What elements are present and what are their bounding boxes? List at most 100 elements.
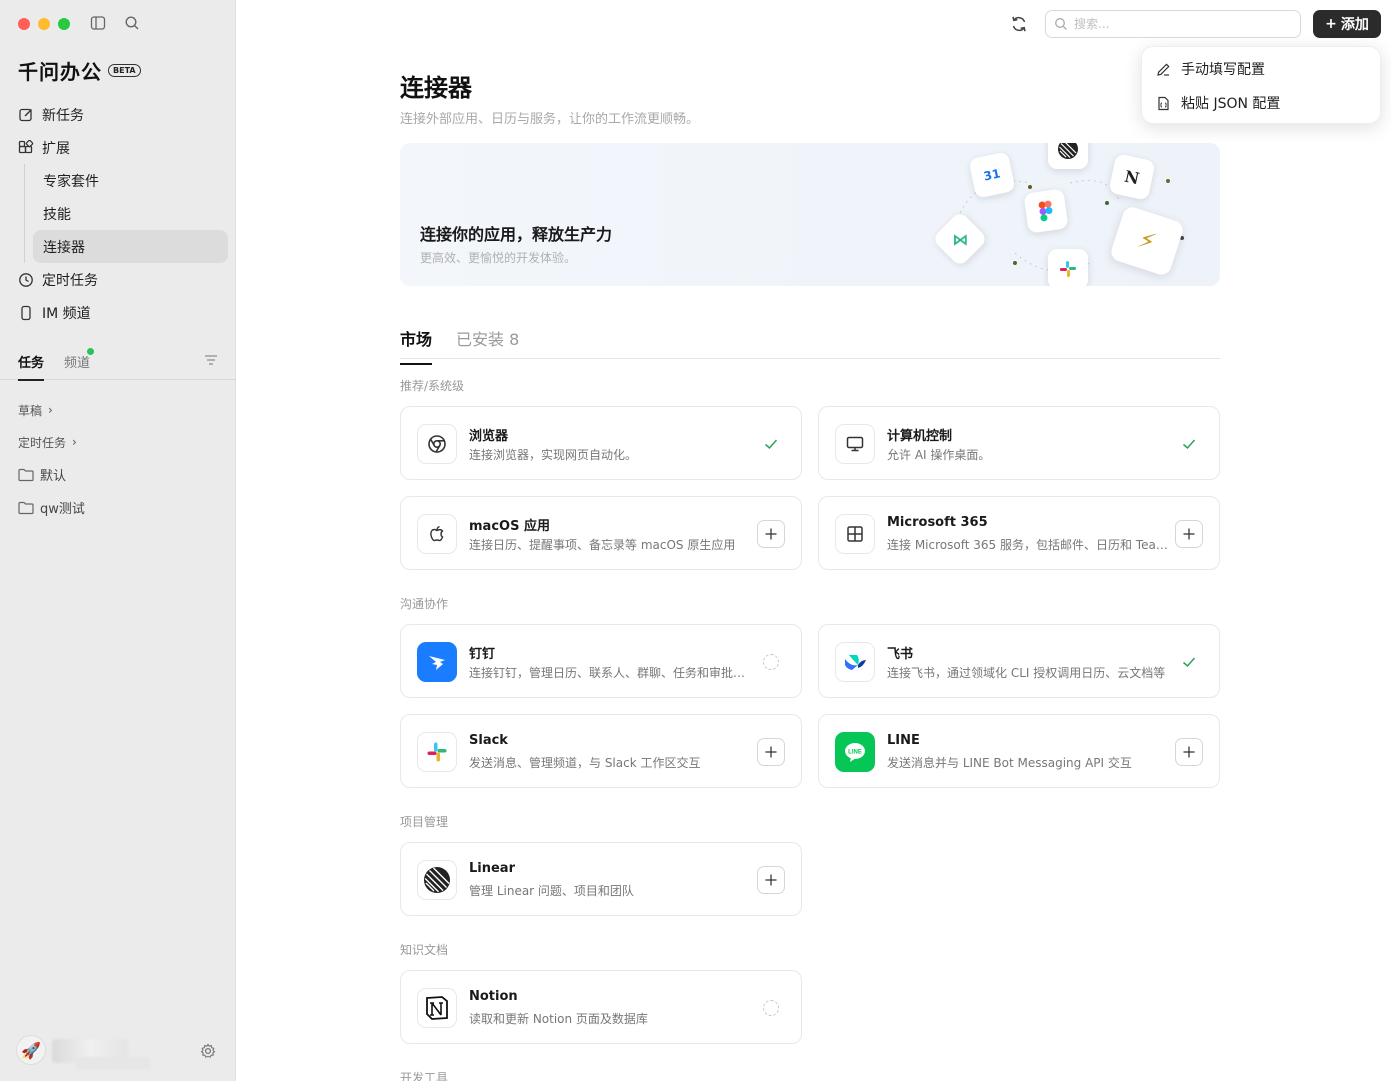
edit-icon	[19, 108, 32, 121]
nav-label: 定时任务	[42, 272, 98, 289]
connector-card-slack[interactable]: Slack 发送消息、管理频道，与 Slack 工作区交互	[400, 714, 802, 788]
search-field[interactable]	[1045, 10, 1301, 38]
installed-check-icon	[1175, 648, 1203, 676]
feishu-icon	[835, 642, 875, 682]
add-dropdown-menu: 手动填写配置 粘贴 JSON 配置	[1141, 46, 1381, 124]
folder-label: 默认	[40, 469, 67, 484]
notion-icon: N	[1108, 153, 1156, 201]
nav-skills[interactable]: 技能	[33, 197, 228, 230]
plus-icon	[1183, 746, 1195, 758]
nav-label: IM 频道	[42, 305, 91, 322]
add-connector-button[interactable]	[1175, 738, 1203, 766]
sidebar: 千问办公 BETA 新任务 扩展 专家套件 技能 连接器 定时任务 IM 频道 …	[0, 0, 236, 1081]
blurred-username-line	[76, 1057, 150, 1069]
filter-icon[interactable]	[204, 352, 218, 371]
menu-label: 粘贴 JSON 配置	[1181, 96, 1281, 112]
figma-icon	[1023, 188, 1069, 234]
folder-label: qw测试	[40, 502, 85, 517]
connector-card-macos[interactable]: macOS 应用 连接日历、提醒事项、备忘录等 macOS 原生应用	[400, 496, 802, 570]
connector-desc: 允许 AI 操作桌面。	[887, 448, 991, 462]
connector-card-dingtalk[interactable]: 钉钉 连接钉钉，管理日历、联系人、群聊、任务和审批流程	[400, 624, 802, 698]
refresh-icon[interactable]	[1009, 14, 1029, 34]
banner-title: 连接你的应用，释放生产力	[420, 225, 613, 244]
chevron-right-icon: ›	[72, 435, 77, 449]
connector-card-notion[interactable]: Notion 读取和更新 Notion 页面及数据库	[400, 970, 802, 1044]
settings-gear-icon[interactable]	[200, 1043, 216, 1063]
sidebar-tabs: 任务 频道	[0, 346, 236, 381]
nav-im-channel[interactable]: IM 频道	[10, 296, 228, 329]
add-connector-button[interactable]	[1175, 520, 1203, 548]
svg-text:LINE: LINE	[848, 750, 862, 756]
plus-icon	[765, 528, 777, 540]
nav-connectors[interactable]: 连接器	[33, 230, 228, 263]
tab-market[interactable]: 市场	[400, 326, 433, 365]
apple-icon	[417, 514, 457, 554]
sidebar-nav: 新任务 扩展 专家套件 技能 连接器 定时任务 IM 频道	[10, 98, 228, 329]
connector-desc: 管理 Linear 问题、项目和团队	[469, 884, 634, 898]
add-connector-button[interactable]	[757, 738, 785, 766]
connector-card-microsoft-365[interactable]: Microsoft 365 连接 Microsoft 365 服务，包括邮件、日…	[818, 496, 1220, 570]
google-calendar-icon: 31	[968, 151, 1016, 199]
connector-desc: 连接飞书，通过领域化 CLI 授权调用日历、云文档等	[887, 666, 1166, 680]
tab-channels[interactable]: 频道	[64, 352, 90, 371]
connector-desc: 连接钉钉，管理日历、联系人、群聊、任务和审批流程	[469, 666, 751, 680]
connector-name: Microsoft 365	[887, 515, 988, 530]
avatar[interactable]: 🚀	[16, 1035, 46, 1065]
connector-name: 飞书	[887, 647, 914, 662]
page-title: 连接器	[400, 74, 472, 102]
minimize-window-button[interactable]	[38, 18, 50, 30]
phone-icon	[21, 305, 31, 320]
clock-icon	[19, 272, 33, 287]
connector-card-computer-control[interactable]: 计算机控制 允许 AI 操作桌面。	[818, 406, 1220, 480]
close-window-button[interactable]	[18, 18, 30, 30]
list-item-scheduled[interactable]: 定时任务 ›	[18, 426, 228, 458]
section-devtools: 开发工具	[400, 1071, 449, 1081]
list-item-drafts[interactable]: 草稿 ›	[18, 394, 228, 426]
nav-new-task[interactable]: 新任务	[10, 98, 228, 131]
nav-expert-suite[interactable]: 专家套件	[33, 164, 228, 197]
installed-check-icon	[757, 430, 785, 458]
linear-icon	[1048, 143, 1088, 169]
connector-desc: 发送消息并与 LINE Bot Messaging API 交互	[887, 756, 1132, 770]
list-label: 定时任务	[18, 435, 67, 450]
connector-desc: 连接浏览器，实现网页自动化。	[469, 448, 638, 462]
connector-name: Notion	[469, 989, 518, 1004]
notification-dot	[87, 348, 94, 355]
connector-card-feishu[interactable]: 飞书 连接飞书，通过领域化 CLI 授权调用日历、云文档等	[818, 624, 1220, 698]
connector-card-line[interactable]: LINE LINE 发送消息并与 LINE Bot Messaging API …	[818, 714, 1220, 788]
search-input[interactable]	[1074, 17, 1274, 31]
plus-icon	[765, 874, 777, 886]
menu-item-paste-json[interactable]: 粘贴 JSON 配置	[1142, 86, 1380, 120]
tab-tasks[interactable]: 任务	[18, 352, 45, 381]
extensions-icon	[18, 139, 34, 153]
plus-icon: +	[1325, 16, 1337, 32]
search-icon[interactable]	[124, 15, 140, 31]
add-connector-button[interactable]	[757, 866, 785, 894]
folder-default[interactable]: 默认	[18, 458, 228, 491]
notion-icon	[417, 988, 457, 1028]
connector-name: Linear	[469, 861, 515, 876]
chevron-right-icon: ›	[48, 403, 53, 417]
connector-name: 钉钉	[469, 647, 496, 662]
nav-scheduled[interactable]: 定时任务	[10, 263, 228, 296]
connector-card-browser[interactable]: 浏览器 连接浏览器，实现网页自动化。	[400, 406, 802, 480]
maximize-window-button[interactable]	[58, 18, 70, 30]
nav-extensions[interactable]: 扩展	[10, 131, 228, 164]
menu-item-manual-config[interactable]: 手动填写配置	[1142, 52, 1380, 86]
section-knowledge: 知识文档	[400, 943, 449, 957]
add-connector-button[interactable]	[757, 520, 785, 548]
line-icon: LINE	[835, 732, 875, 772]
connector-name: macOS 应用	[469, 519, 550, 534]
tab-installed[interactable]: 已安装 8	[456, 326, 519, 350]
connector-card-linear[interactable]: Linear 管理 Linear 问题、项目和团队	[400, 842, 802, 916]
pencil-icon	[1157, 62, 1170, 76]
pending-status-icon	[757, 648, 785, 676]
brand: 千问办公 BETA	[18, 56, 141, 85]
list-label: 草稿	[18, 403, 43, 418]
hero-banner: 连接你的应用，释放生产力 更高效、更愉悦的开发体验。 31 N ⋈ ⚡	[400, 143, 1220, 286]
connector-name: 浏览器	[469, 429, 509, 444]
add-button[interactable]: + 添加	[1313, 10, 1381, 38]
nav-label: 专家套件	[43, 173, 99, 190]
sidebar-toggle-icon[interactable]	[90, 15, 106, 31]
folder-qw[interactable]: qw测试	[18, 491, 228, 524]
